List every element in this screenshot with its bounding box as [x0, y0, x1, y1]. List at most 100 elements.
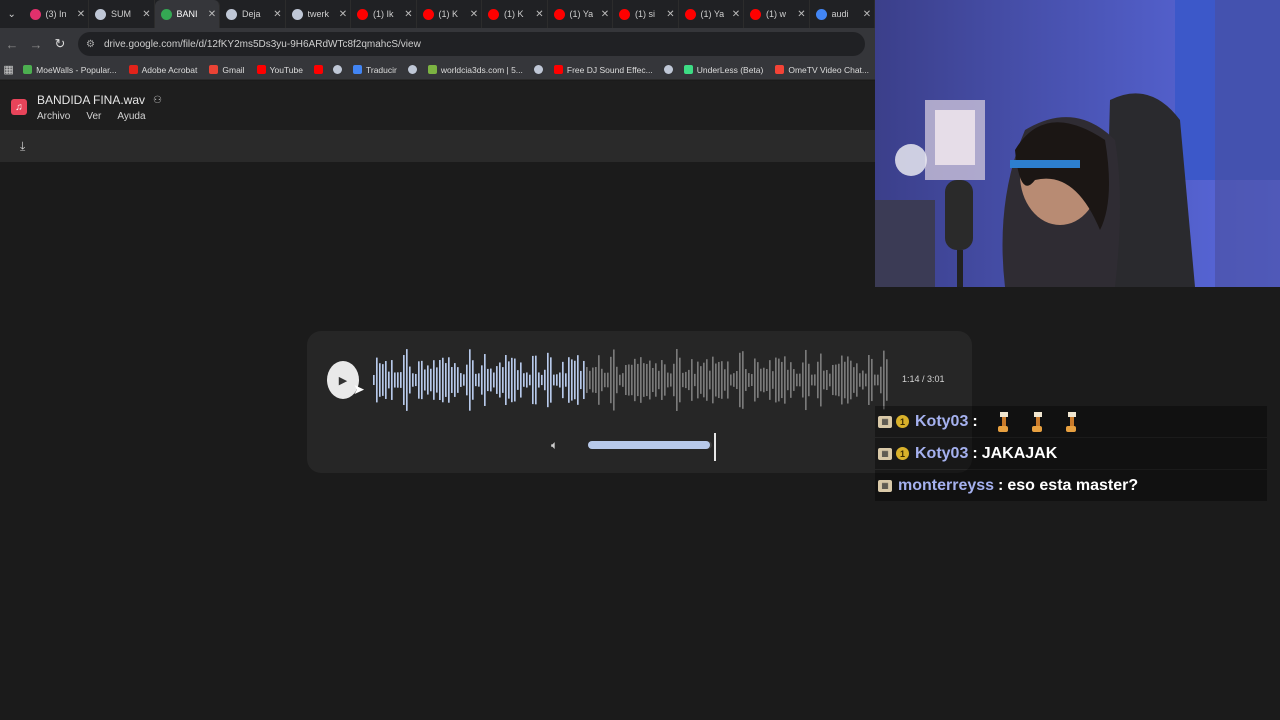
menu-ayuda[interactable]: Ayuda	[117, 111, 145, 122]
waveform-bar	[685, 371, 687, 389]
browser-tab[interactable]: Deja ✕	[220, 0, 286, 28]
close-tab-icon[interactable]: ✕	[795, 9, 809, 20]
waveform-bar	[802, 362, 804, 398]
close-tab-icon[interactable]: ✕	[271, 9, 285, 20]
chat-username: monterreyss	[898, 476, 995, 494]
browser-tab[interactable]: twerk ✕	[286, 0, 351, 28]
close-tab-icon[interactable]: ✕	[533, 9, 547, 20]
bookmark-item[interactable]: Free DJ Sound Effec...	[548, 65, 659, 75]
youtube-icon	[684, 8, 696, 20]
waveform-bar	[709, 370, 711, 390]
waveform-bar	[814, 374, 816, 386]
waveform-bar	[436, 367, 438, 393]
close-tab-icon[interactable]: ✕	[467, 9, 481, 20]
close-tab-icon[interactable]: ✕	[140, 9, 154, 20]
waveform-seekbar[interactable]	[373, 349, 889, 411]
tab-search-icon[interactable]: ⌄	[0, 0, 24, 28]
forward-icon[interactable]: →	[24, 30, 48, 58]
close-tab-icon[interactable]: ✕	[336, 9, 350, 20]
browser-tab[interactable]: (1) w ✕	[744, 0, 810, 28]
browser-tab[interactable]: SUM ✕	[89, 0, 155, 28]
stream-chat: ▦ 1 Koty03: ▦ 1 Koty03: JAKAJAK ▦ monterreyss: es…	[875, 406, 1267, 502]
waveform-bar	[658, 370, 660, 390]
waveform-bar	[541, 374, 543, 386]
waveform-bar	[745, 369, 747, 391]
waveform-bar	[733, 373, 735, 387]
bookmark-label: YouTube	[269, 64, 303, 75]
bookmark-item[interactable]	[309, 65, 328, 74]
reload-icon[interactable]: ↻	[48, 30, 72, 58]
browser-tab[interactable]: BANI ✕	[154, 0, 220, 28]
menu-archivo[interactable]: Archivo	[37, 111, 70, 122]
bookmark-item[interactable]	[328, 65, 347, 74]
tab-label: SUM	[111, 9, 131, 19]
clapper-badge-icon: ▦	[878, 415, 892, 428]
gmail-icon	[209, 65, 219, 74]
waveform-bar	[862, 370, 864, 390]
shared-users-icon[interactable]: ⚇	[153, 95, 162, 106]
bookmark-item[interactable]: MoeWalls - Popular...	[17, 65, 122, 75]
chat-message: ▦ monterreyss: eso esta master?	[875, 470, 1267, 501]
close-tab-icon[interactable]: ✕	[664, 9, 678, 20]
browser-tab[interactable]: (1) K ✕	[482, 0, 548, 28]
youtube-icon	[553, 8, 565, 20]
bookmark-item[interactable]: OmeTV Video Chat...	[769, 65, 875, 75]
tab-strip: ⌄ (3) In ✕ SUM ✕ BANI ✕ Deja ✕ twerk ✕ (1) Ik ✕ (1) …	[0, 0, 875, 28]
waveform-bar	[826, 370, 828, 390]
close-tab-icon[interactable]: ✕	[860, 9, 874, 20]
close-tab-icon[interactable]: ✕	[729, 9, 743, 20]
youtube-icon	[750, 8, 761, 20]
bookmark-item[interactable]	[659, 65, 678, 74]
volume-icon[interactable]: 🔈︎	[551, 438, 558, 453]
waveform-bar	[391, 360, 393, 400]
back-icon[interactable]: ←	[0, 30, 24, 58]
waveform-bar	[463, 374, 465, 386]
waveform-bar	[505, 355, 507, 405]
waveform-bar	[799, 373, 801, 387]
close-tab-icon[interactable]: ✕	[402, 9, 416, 20]
bookmark-label: OmeTV Video Chat...	[788, 64, 869, 75]
time-readout: 1:14 / 3:01	[902, 374, 945, 384]
bookmark-item[interactable]: YouTube	[251, 65, 309, 75]
waveform-bar	[526, 372, 528, 388]
browser-tab[interactable]: (1) Ik ✕	[351, 0, 417, 28]
waveform-bar	[613, 349, 615, 411]
browser-tab[interactable]: (1) K ✕	[417, 0, 482, 28]
waveform-bar	[376, 357, 378, 403]
url-input[interactable]: ⚙ drive.google.com/file/d/12fKY2ms5Ds3yu…	[78, 32, 865, 56]
browser-tab[interactable]: audi ✕	[810, 0, 875, 28]
site-info-icon[interactable]: ⚙	[86, 39, 96, 50]
globe-icon	[226, 8, 237, 20]
guitar-emote-icon	[997, 411, 1008, 432]
bookmark-item[interactable]: UnderLess (Beta)	[678, 65, 770, 75]
menu-ver[interactable]: Ver	[86, 111, 101, 122]
waveform-bar	[430, 368, 432, 392]
bookmark-item[interactable]	[529, 65, 548, 74]
waveform-bar	[760, 368, 762, 392]
waveform-bar	[508, 361, 510, 399]
bookmarks-bar: ▦ MoeWalls - Popular... Adobe Acrobat Gmai…	[0, 60, 875, 80]
waveform-bar	[538, 372, 540, 388]
close-tab-icon[interactable]: ✕	[598, 9, 612, 20]
apps-grid-icon[interactable]: ▦	[0, 63, 17, 76]
tab-label: (1) Ya	[569, 9, 594, 19]
waveform-bar	[469, 349, 471, 411]
close-tab-icon[interactable]: ✕	[205, 9, 219, 20]
waveform-bar	[808, 363, 810, 397]
bookmark-item[interactable]: Gmail	[203, 65, 250, 75]
browser-tab[interactable]: (1) Ya ✕	[679, 0, 744, 28]
volume-slider[interactable]	[588, 441, 712, 449]
waveform-bar	[820, 353, 822, 407]
bookmark-item[interactable]: Traducir	[347, 65, 403, 75]
browser-tab[interactable]: (1) si ✕	[613, 0, 679, 28]
bookmark-item[interactable]: Adobe Acrobat	[123, 65, 204, 75]
chat-separator: :	[972, 412, 978, 430]
waveform-bar	[544, 369, 546, 391]
download-icon[interactable]: ⤓	[20, 139, 25, 154]
waveform-bar	[502, 367, 504, 393]
bookmark-item[interactable]: worldcia3ds.com | 5...	[422, 65, 529, 75]
browser-tab[interactable]: (3) In ✕	[24, 0, 89, 28]
close-tab-icon[interactable]: ✕	[74, 9, 88, 20]
bookmark-item[interactable]	[403, 65, 422, 74]
browser-tab[interactable]: (1) Ya ✕	[548, 0, 613, 28]
